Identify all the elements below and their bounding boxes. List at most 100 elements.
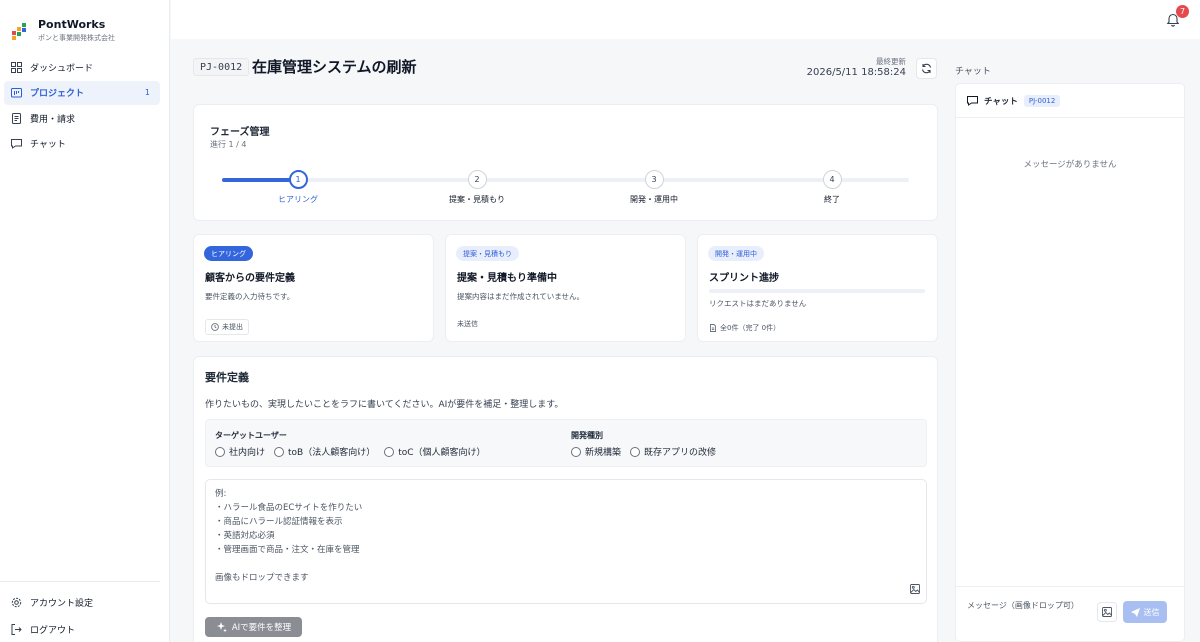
- sprint-progress-bar: [709, 289, 925, 293]
- notification-button[interactable]: 7: [1166, 5, 1189, 28]
- chat-icon: [967, 96, 978, 106]
- brand-name: PontWorks: [38, 18, 106, 31]
- phase-progress-text: 進行 1 / 4: [210, 140, 247, 149]
- chat-footer: メッセージ（画像ドロップ可） 送信: [956, 586, 1184, 642]
- sprint-card[interactable]: 開発・運用中 スプリント進捗 リクエストはまだありません 全0件（完了 0件）: [697, 234, 938, 342]
- radio-circle: [274, 446, 285, 457]
- sidebar-item-chat[interactable]: チャット: [4, 132, 160, 156]
- send-label: 送信: [1143, 607, 1160, 617]
- card-title: 顧客からの要件定義: [205, 273, 295, 284]
- chat-image-button[interactable]: [1097, 602, 1117, 622]
- phase-step-label: 提案・見積もり: [449, 195, 505, 204]
- sidebar-item-account-settings[interactable]: アカウント設定: [4, 590, 160, 614]
- radio-circle: [571, 446, 581, 457]
- placeholder-line: 画像もドロップできます: [215, 573, 309, 583]
- phase-step-number: 2: [467, 170, 487, 189]
- sidebar-item-label: アカウント設定: [30, 598, 94, 609]
- phase-title: フェーズ管理: [210, 127, 270, 138]
- phase-step-1[interactable]: 1 ヒアリング: [248, 170, 348, 205]
- clock-icon: [211, 323, 219, 331]
- phase-step-label: 開発・運用中: [630, 195, 678, 204]
- count-badge: 1: [144, 88, 150, 97]
- brand[interactable]: PontWorks ポンと事業開発株式会社: [12, 18, 115, 43]
- last-updated-value: 2026/5/11 18:58:24: [806, 67, 906, 78]
- sidebar-item-label: 費用・請求: [30, 114, 76, 125]
- placeholder-line: ・管理画面で商品・注文・在庫を管理: [215, 545, 360, 555]
- placeholder-line: 例:: [215, 489, 227, 499]
- requirements-textarea[interactable]: 例: ・ハラール食品のECサイトを作りたい ・商品にハラール認証情報を表示 ・英…: [205, 479, 927, 604]
- phase-step-number: 4: [822, 170, 842, 189]
- sidebar-nav: ダッシュボード プロジェクト 1 費用・請求 チャット: [4, 55, 160, 157]
- chat-title: チャット: [984, 96, 1018, 107]
- target-tob-radio[interactable]: toB（法人顧客向け）: [274, 445, 375, 458]
- chat-message-input[interactable]: メッセージ（画像ドロップ可）: [967, 600, 1079, 611]
- refresh-icon: [921, 63, 932, 74]
- sidebar-item-dashboard[interactable]: ダッシュボード: [4, 55, 160, 79]
- chat-section-label: チャット: [955, 67, 991, 77]
- hearing-card[interactable]: ヒアリング 顧客からの要件定義 要件定義の入力待ちです。 未提出: [193, 234, 434, 342]
- radio-circle: [384, 446, 395, 457]
- radio-label: toB（法人顧客向け）: [288, 448, 376, 458]
- refresh-button[interactable]: [916, 58, 937, 79]
- sidebar-item-logout[interactable]: ログアウト: [4, 617, 160, 641]
- placeholder-line: ・ハラール食品のECサイトを作りたい: [215, 503, 363, 513]
- phase-card: フェーズ管理 進行 1 / 4 1 ヒアリング 2 提案・見積もり 3 開発・運…: [193, 104, 938, 221]
- phase-step-3[interactable]: 3 開発・運用中: [604, 170, 704, 205]
- requirements-options: ターゲットユーザー 社内向け toB（法人顧客向け） toC（個人顧客向け） 開…: [205, 419, 927, 467]
- dev-type-label: 開発種別: [571, 431, 603, 440]
- radio-label: 既存アプリの改修: [644, 448, 717, 458]
- sparkle-icon: [216, 621, 227, 632]
- ai-organize-button[interactable]: AIで要件を整理: [205, 617, 302, 637]
- radio-label: 新規構築: [585, 448, 622, 458]
- send-button[interactable]: 送信: [1123, 601, 1167, 623]
- sidebar-item-project[interactable]: プロジェクト 1: [4, 80, 160, 105]
- notification-badge: 7: [1176, 5, 1189, 18]
- card-title: スプリント進捗: [709, 273, 779, 284]
- ai-button-label: AIで要件を整理: [231, 623, 292, 633]
- sidebar-bottom: アカウント設定 ログアウト: [4, 590, 160, 642]
- project-icon: [10, 87, 22, 99]
- card-title: 提案・見積もり準備中: [457, 273, 557, 284]
- requirements-title: 要件定義: [205, 371, 249, 384]
- card-description: 提案内容はまだ作成されていません。: [457, 292, 585, 301]
- project-code: PJ-0012: [193, 58, 250, 76]
- radio-label: 社内向け: [229, 448, 266, 458]
- phase-step-4[interactable]: 4 終了: [782, 170, 882, 205]
- target-toc-radio[interactable]: toC（個人顧客向け）: [384, 445, 486, 458]
- status-text: 未送信: [457, 320, 478, 328]
- requirements-intro: 作りたいもの、実現したいことをラフに書いてください。AIが要件を補足・整理します…: [205, 400, 564, 410]
- phase-tag: 提案・見積もり: [456, 246, 519, 261]
- image-upload-button[interactable]: [910, 584, 920, 597]
- card-description: 要件定義の入力待ちです。: [205, 292, 295, 301]
- image-icon: [910, 584, 920, 594]
- proposal-card[interactable]: 提案・見積もり 提案・見積もり準備中 提案内容はまだ作成されていません。 未送信: [445, 234, 686, 342]
- sidebar-item-label: ログアウト: [30, 625, 76, 636]
- dev-new-radio[interactable]: 新規構築: [571, 445, 621, 458]
- chat-project-tag: PJ-0012: [1023, 94, 1061, 107]
- last-updated-label: 最終更新: [876, 57, 906, 66]
- chat-empty-message: メッセージがありません: [1023, 160, 1117, 170]
- logout-icon: [10, 623, 22, 635]
- dev-modify-radio[interactable]: 既存アプリの改修: [630, 445, 716, 458]
- card-description: リクエストはまだありません: [709, 299, 807, 308]
- placeholder-line: ・商品にハラール認証情報を表示: [215, 517, 343, 527]
- top-bar: 7: [171, 0, 1200, 39]
- logo-icon: [12, 23, 30, 41]
- sidebar-item-label: チャット: [30, 140, 66, 150]
- phase-step-number: 3: [644, 170, 664, 189]
- phase-step-2[interactable]: 2 提案・見積もり: [427, 170, 527, 205]
- target-internal-radio[interactable]: 社内向け: [215, 445, 265, 458]
- sidebar-item-label: ダッシュボード: [30, 63, 94, 74]
- phase-tag: ヒアリング: [204, 246, 253, 261]
- sidebar-item-billing[interactable]: 費用・請求: [4, 106, 160, 130]
- sidebar-item-label: プロジェクト: [30, 89, 85, 99]
- dev-type-radio-group: 新規構築 既存アプリの改修: [571, 445, 716, 458]
- phase-step-label: 終了: [824, 195, 840, 204]
- chat-icon: [10, 138, 22, 150]
- requirements-card: 要件定義 作りたいもの、実現したいことをラフに書いてください。AIが要件を補足・…: [193, 356, 938, 642]
- status-badge: 未提出: [205, 319, 249, 335]
- target-user-label: ターゲットユーザー: [215, 431, 287, 440]
- dashboard-icon: [10, 61, 22, 73]
- radio-label: toC（個人顧客向け）: [398, 448, 486, 458]
- radio-circle: [630, 446, 641, 457]
